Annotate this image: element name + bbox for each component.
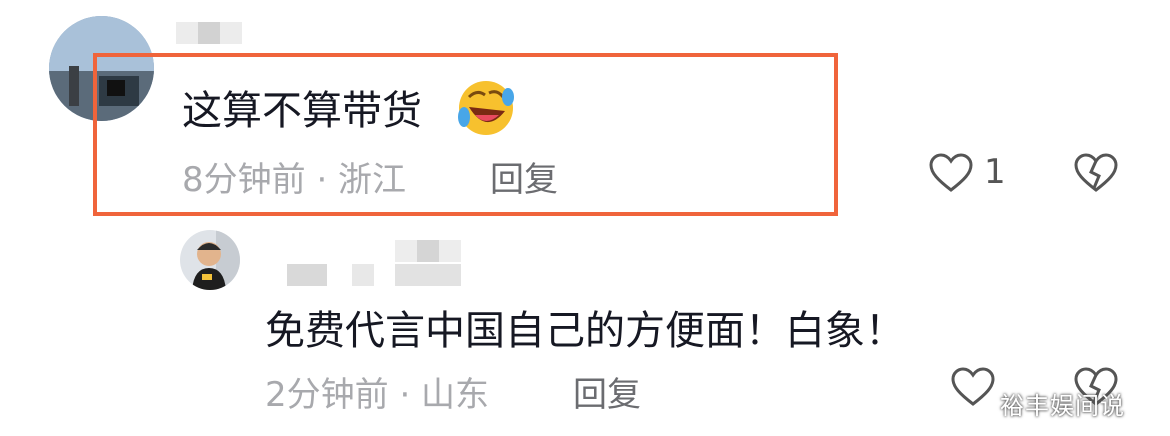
- comment-meta: 8分钟前 · 浙江: [182, 160, 407, 200]
- rofl-emoji-icon: [455, 77, 517, 143]
- comment-text: 这算不算带货: [182, 88, 422, 134]
- watermark: 裕丰娱间说: [1000, 392, 1125, 420]
- like-heart-icon[interactable]: [928, 152, 974, 198]
- reply-like-heart-icon[interactable]: [950, 366, 996, 412]
- reply-button[interactable]: 回复: [490, 152, 558, 201]
- dislike-broken-heart-icon[interactable]: [1073, 152, 1119, 198]
- reply-meta: 2分钟前 · 山东: [265, 375, 490, 415]
- replier-avatar[interactable]: [180, 230, 240, 290]
- reply-reply-button[interactable]: 回复: [573, 367, 641, 416]
- like-count: 1: [984, 152, 1006, 192]
- reply-text: 免费代言中国自己的方便面！白象！: [265, 308, 905, 354]
